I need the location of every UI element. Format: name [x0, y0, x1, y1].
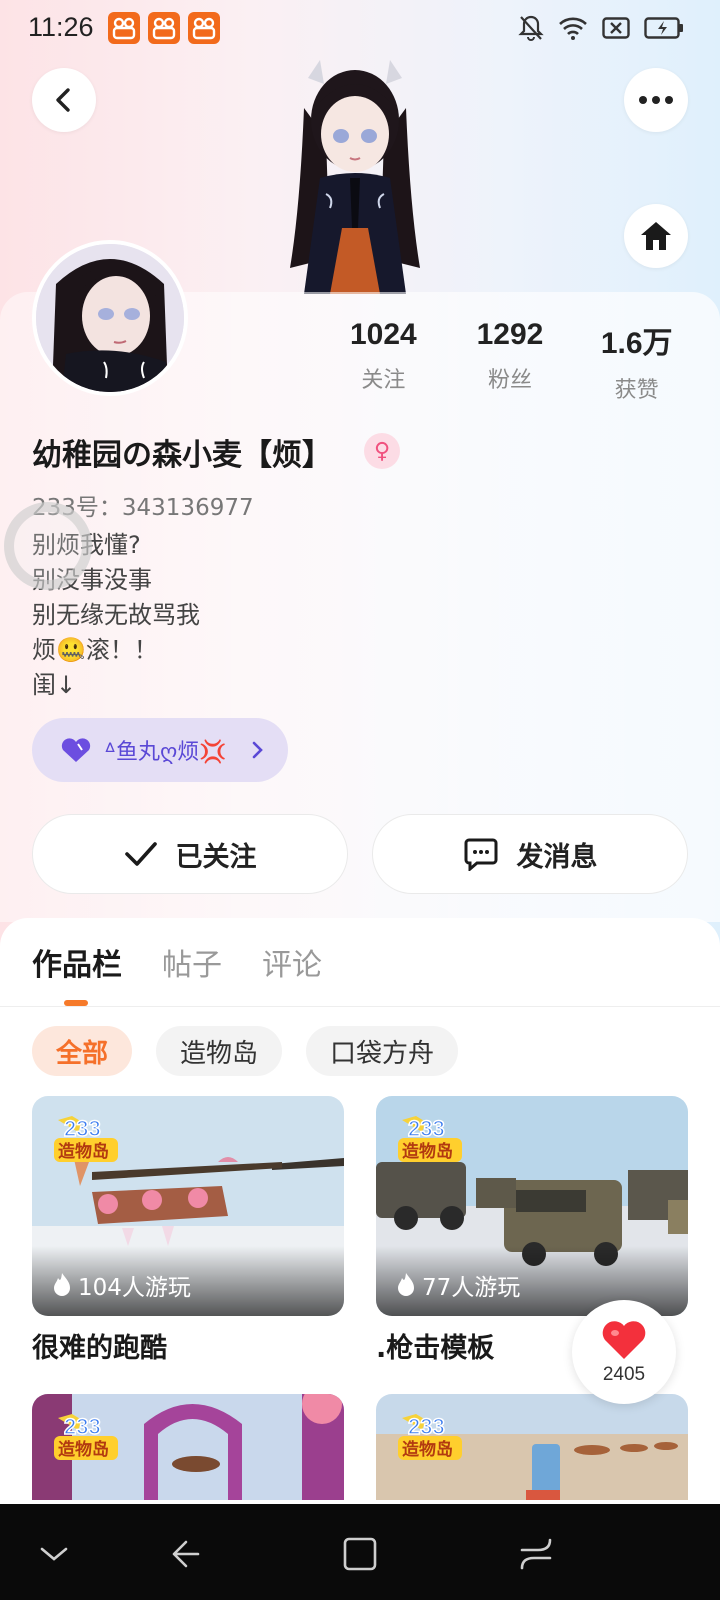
message-label: 发消息 — [516, 841, 598, 873]
game-card[interactable]: 233 造物岛 104人游玩 很难的跑酷 — [32, 1096, 344, 1365]
app-notification-icon — [188, 12, 220, 44]
more-icon — [639, 96, 673, 104]
home-icon — [641, 222, 671, 250]
heart-icon — [61, 738, 91, 762]
tab-comments[interactable]: 评论 — [262, 940, 322, 984]
check-icon — [124, 842, 157, 866]
app-notification-icon — [148, 12, 180, 44]
system-nav-bar — [0, 1504, 720, 1600]
tab-posts[interactable]: 帖子 — [162, 940, 222, 984]
player-count: 77人游玩 — [396, 1268, 520, 1302]
avatar-3d-figure[interactable] — [280, 58, 430, 294]
back-button[interactable] — [32, 68, 96, 132]
game-title: 很难的跑酷 — [32, 1333, 167, 1364]
bell-muted-icon — [518, 15, 544, 41]
filter-creation-island[interactable]: 造物岛 — [156, 1026, 283, 1076]
stat-label: 关注 — [361, 368, 406, 393]
stat-value: 1292 — [476, 318, 544, 351]
nav-home-icon[interactable] — [340, 1534, 380, 1574]
tab-bar: 作品栏 帖子 评论 — [32, 940, 322, 984]
touch-indicator — [4, 502, 92, 590]
app-notification-icon — [108, 12, 140, 44]
nickname: 幼稚园の森小麦【烦】 — [32, 438, 332, 473]
svg-text:233: 233 — [64, 1116, 101, 1141]
more-button[interactable] — [624, 68, 688, 132]
profile-page: 11:26 1024 关注 1292 粉丝 1.6万 获赞 幼稚园の森小麦【烦】… — [0, 0, 720, 1500]
avatar[interactable] — [32, 240, 188, 396]
chevron-right-icon — [252, 741, 263, 759]
player-count: 104人游玩 — [52, 1268, 191, 1302]
svg-text:233: 233 — [408, 1414, 445, 1439]
game-thumbnail[interactable]: 233 造物岛 77人游玩 — [376, 1096, 688, 1316]
svg-text:造物岛: 造物岛 — [402, 1439, 453, 1460]
bio-line: 烦🤐滚！！ — [32, 636, 158, 664]
svg-text:233: 233 — [64, 1414, 101, 1439]
stat-value: 1024 — [349, 318, 417, 351]
svg-text:造物岛: 造物岛 — [58, 1141, 109, 1162]
chat-icon — [464, 838, 497, 871]
stat-following[interactable]: 1024 关注 — [320, 318, 447, 404]
stat-followers[interactable]: 1292 粉丝 — [447, 318, 574, 404]
filter-pocket-ark[interactable]: 口袋方舟 — [306, 1026, 459, 1076]
home-button[interactable] — [624, 204, 688, 268]
svg-text:造物岛: 造物岛 — [402, 1141, 453, 1162]
filter-all[interactable]: 全部 — [32, 1026, 133, 1076]
fire-icon — [398, 1273, 414, 1296]
message-button[interactable]: 发消息 — [372, 814, 688, 894]
filter-row: 全部 造物岛 口袋方舟 — [32, 1026, 459, 1076]
233-creation-island-logo: 233 造物岛 — [54, 1115, 118, 1162]
chevron-left-icon — [56, 88, 70, 112]
nav-back-icon[interactable] — [166, 1534, 206, 1574]
nav-recents-icon[interactable] — [516, 1534, 556, 1574]
battery-charging-icon — [644, 17, 683, 39]
gender-female-icon: ♀ — [364, 433, 400, 469]
game-card[interactable]: 233 造物岛 — [376, 1394, 688, 1500]
followed-label: 已关注 — [175, 841, 257, 873]
divider — [0, 1006, 720, 1007]
game-card[interactable]: 233 造物岛 — [32, 1394, 344, 1500]
fire-icon — [54, 1273, 70, 1296]
followed-button[interactable]: 已关注 — [32, 814, 348, 894]
bio-line: 别无缘无故骂我 — [32, 601, 200, 629]
game-thumbnail[interactable]: 233 造物岛 — [376, 1394, 688, 1500]
heart-icon — [602, 1321, 646, 1359]
status-time: 11:26 — [28, 12, 94, 42]
233-creation-island-logo: 233 造物岛 — [398, 1413, 462, 1460]
stat-label: 获赞 — [614, 378, 659, 403]
status-bar: 11:26 — [0, 0, 720, 56]
stat-label: 粉丝 — [488, 368, 533, 393]
like-count: 2405 — [602, 1364, 646, 1385]
233-creation-island-logo: 233 造物岛 — [398, 1115, 462, 1162]
233-creation-island-logo: 233 造物岛 — [54, 1413, 118, 1460]
group-chip[interactable]: ᐞ鱼丸ღ烦💢 — [32, 718, 288, 782]
works-section: 作品栏 帖子 评论 全部 造物岛 口袋方舟 233 造物岛 104人游玩 很难的… — [0, 918, 720, 1500]
stat-value: 1.6万 — [600, 327, 673, 360]
like-button[interactable]: 2405 — [572, 1300, 676, 1404]
bio-line: 闺↓ — [32, 671, 77, 699]
stat-likes[interactable]: 1.6万 获赞 — [573, 318, 700, 404]
wifi-icon — [559, 17, 587, 40]
game-thumbnail[interactable]: 233 造物岛 — [32, 1394, 344, 1500]
svg-text:233: 233 — [408, 1116, 445, 1141]
svg-text:造物岛: 造物岛 — [58, 1439, 109, 1460]
sim-disabled-icon — [602, 17, 630, 39]
player-count-text: 77人游玩 — [422, 1275, 521, 1301]
stats-row: 1024 关注 1292 粉丝 1.6万 获赞 — [320, 318, 700, 404]
game-thumbnail[interactable]: 233 造物岛 104人游玩 — [32, 1096, 344, 1316]
player-count-text: 104人游玩 — [78, 1275, 191, 1301]
nav-collapse-icon[interactable] — [34, 1534, 74, 1574]
group-chip-label: ᐞ鱼丸ღ烦💢 — [104, 740, 227, 765]
tab-works[interactable]: 作品栏 — [32, 940, 122, 984]
